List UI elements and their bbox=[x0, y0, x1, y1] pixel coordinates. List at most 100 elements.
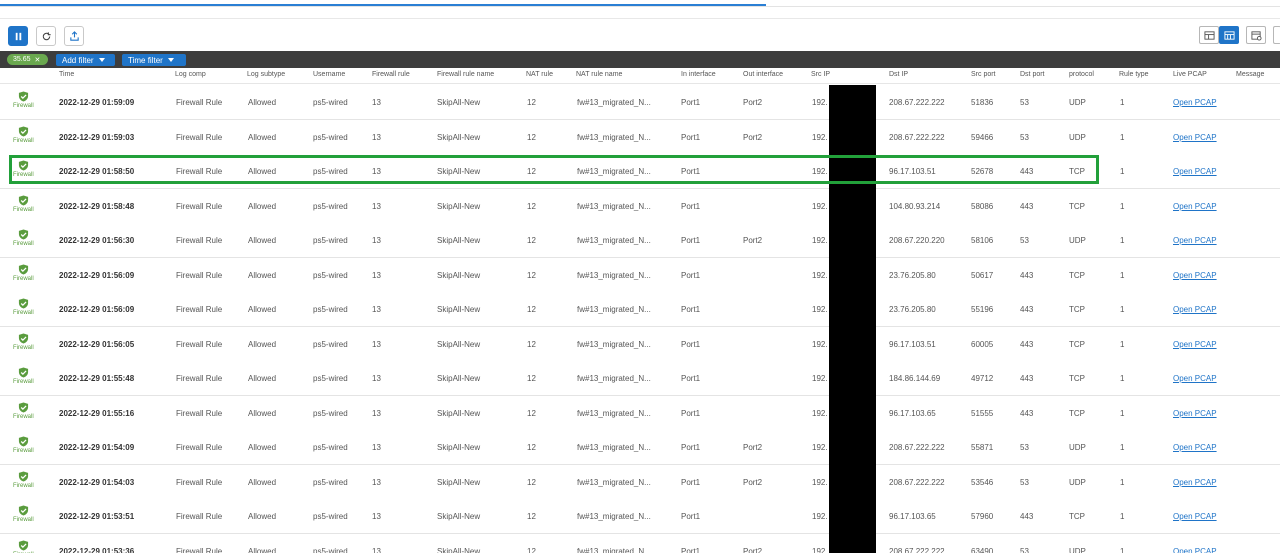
rule-type-cell: 1 bbox=[1120, 236, 1125, 245]
rule-type-cell: 1 bbox=[1120, 270, 1125, 280]
time-cell: 2022-12-29 01:59:03 bbox=[59, 132, 135, 142]
overflow-button[interactable] bbox=[1273, 26, 1280, 44]
open-pcap-link[interactable]: Open PCAP bbox=[1173, 167, 1217, 176]
table-row[interactable]: Firewall 2022-12-29 01:53:36 Firewall Rule… bbox=[0, 533, 1280, 553]
nat-rule-name-cell: fw#13_migrated_N... bbox=[577, 98, 651, 107]
username-cell: ps5-wired bbox=[313, 443, 348, 452]
column-header-message[interactable]: Message bbox=[1236, 71, 1264, 78]
open-pcap-link[interactable]: Open PCAP bbox=[1173, 236, 1217, 245]
dst-ip-cell: 96.17.103.65 bbox=[889, 512, 936, 521]
log-comp-cell: Firewall Rule bbox=[176, 443, 223, 452]
dst-port-cell: 443 bbox=[1020, 408, 1034, 418]
pause-button[interactable] bbox=[8, 26, 28, 46]
table-view-button[interactable] bbox=[1199, 26, 1219, 44]
column-header-src-port[interactable]: Src port bbox=[971, 71, 996, 78]
username-cell: ps5-wired bbox=[313, 201, 348, 211]
protocol-cell: TCP bbox=[1069, 305, 1085, 314]
time-filter-button[interactable]: Time filter bbox=[122, 54, 186, 66]
table-row[interactable]: Firewall 2022-12-29 01:59:09 Firewall Rule… bbox=[0, 85, 1280, 120]
in-interface-cell: Port1 bbox=[681, 339, 701, 349]
firewall-rule-name-cell: SkipAll-New bbox=[437, 270, 481, 280]
column-header-time[interactable]: Time bbox=[59, 71, 74, 78]
open-pcap-link[interactable]: Open PCAP bbox=[1173, 547, 1217, 553]
in-interface-cell: Port1 bbox=[681, 236, 701, 245]
src-ip-cell: 192. bbox=[812, 374, 828, 383]
column-header-firewall-rule[interactable]: Firewall rule bbox=[372, 71, 410, 78]
shield-check-icon bbox=[18, 263, 28, 275]
pause-icon bbox=[15, 32, 21, 40]
column-header-protocol[interactable]: protocol bbox=[1069, 71, 1094, 78]
column-header-live-pcap[interactable]: Live PCAP bbox=[1173, 71, 1207, 78]
dst-ip-cell: 208.67.222.222 bbox=[889, 546, 945, 553]
column-header-username[interactable]: Username bbox=[313, 71, 345, 78]
nat-rule-cell: 12 bbox=[527, 98, 536, 107]
dst-ip-cell: 208.67.222.222 bbox=[889, 132, 945, 142]
log-comp-cell: Firewall Rule bbox=[176, 98, 223, 107]
dst-ip-cell: 96.17.103.51 bbox=[889, 339, 936, 349]
time-cell: 2022-12-29 01:54:09 bbox=[59, 443, 135, 452]
table-row[interactable]: Firewall 2022-12-29 01:56:30 Firewall Rule… bbox=[0, 223, 1280, 258]
src-port-cell: 55196 bbox=[971, 305, 994, 314]
log-subtype-cell: Allowed bbox=[248, 339, 277, 349]
firewall-icon: Firewall bbox=[13, 539, 34, 553]
column-header-in-interface[interactable]: In interface bbox=[681, 71, 716, 78]
src-ip-cell: 192. bbox=[812, 98, 828, 107]
open-pcap-link[interactable]: Open PCAP bbox=[1173, 271, 1217, 280]
column-header-rule-type[interactable]: Rule type bbox=[1119, 71, 1149, 78]
log-comp-cell: Firewall Rule bbox=[176, 408, 223, 418]
firewall-icon: Firewall bbox=[13, 263, 34, 282]
table-row[interactable]: Firewall 2022-12-29 01:58:48 Firewall Rule… bbox=[0, 188, 1280, 224]
time-cell: 2022-12-29 01:56:05 bbox=[59, 339, 135, 349]
log-comp-cell: Firewall Rule bbox=[176, 374, 223, 383]
dst-ip-cell: 208.67.222.222 bbox=[889, 98, 945, 107]
open-pcap-link[interactable]: Open PCAP bbox=[1173, 512, 1217, 521]
open-pcap-link[interactable]: Open PCAP bbox=[1173, 478, 1217, 487]
open-pcap-link[interactable]: Open PCAP bbox=[1173, 305, 1217, 314]
column-header-out-interface[interactable]: Out interface bbox=[743, 71, 783, 78]
dst-ip-cell: 208.67.220.220 bbox=[889, 236, 945, 245]
protocol-cell: TCP bbox=[1069, 512, 1085, 521]
firewall-rule-name-cell: SkipAll-New bbox=[437, 305, 481, 314]
table-row[interactable]: Firewall 2022-12-29 01:55:16 Firewall Rule… bbox=[0, 395, 1280, 431]
table-row[interactable]: Firewall 2022-12-29 01:54:03 Firewall Rule… bbox=[0, 464, 1280, 500]
column-header-dst-ip[interactable]: Dst IP bbox=[889, 71, 908, 78]
open-pcap-link[interactable]: Open PCAP bbox=[1173, 374, 1217, 383]
time-cell: 2022-12-29 01:56:09 bbox=[59, 270, 135, 280]
shield-check-icon bbox=[18, 539, 28, 551]
table-row[interactable]: Firewall 2022-12-29 01:53:51 Firewall Rule… bbox=[0, 499, 1280, 534]
column-header-log-comp[interactable]: Log comp bbox=[175, 71, 206, 78]
src-ip-cell: 192. bbox=[812, 270, 828, 280]
column-header-log-subtype[interactable]: Log subtype bbox=[247, 71, 285, 78]
table-row[interactable]: Firewall 2022-12-29 01:56:09 Firewall Rule… bbox=[0, 257, 1280, 293]
open-pcap-link[interactable]: Open PCAP bbox=[1173, 133, 1217, 142]
column-header-nat-rule[interactable]: NAT rule bbox=[526, 71, 553, 78]
open-pcap-link[interactable]: Open PCAP bbox=[1173, 98, 1217, 107]
detail-view-button[interactable] bbox=[1219, 26, 1239, 44]
table-row[interactable]: Firewall 2022-12-29 01:54:09 Firewall Rule… bbox=[0, 430, 1280, 465]
protocol-cell: UDP bbox=[1069, 443, 1086, 452]
open-pcap-link[interactable]: Open PCAP bbox=[1173, 202, 1217, 211]
table-row[interactable]: Firewall 2022-12-29 01:56:09 Firewall Rule… bbox=[0, 292, 1280, 327]
nat-rule-name-cell: fw#13_migrated_N... bbox=[577, 201, 651, 211]
column-header-nat-rule-name[interactable]: NAT rule name bbox=[576, 71, 622, 78]
column-header-dst-port[interactable]: Dst port bbox=[1020, 71, 1045, 78]
open-pcap-link[interactable]: Open PCAP bbox=[1173, 340, 1217, 349]
nat-rule-name-cell: fw#13_migrated_N... bbox=[577, 546, 651, 553]
firewall-icon-label: Firewall bbox=[13, 448, 34, 454]
firewall-icon-label: Firewall bbox=[13, 482, 34, 489]
dst-port-cell: 443 bbox=[1020, 201, 1034, 211]
column-header-src-ip[interactable]: Src IP bbox=[811, 71, 830, 78]
column-settings-button[interactable] bbox=[1246, 26, 1266, 44]
active-filter-chip[interactable]: 35.65 ✕ bbox=[7, 54, 48, 65]
table-row[interactable]: Firewall 2022-12-29 01:59:03 Firewall Rule… bbox=[0, 119, 1280, 155]
table-row[interactable]: Firewall 2022-12-29 01:55:48 Firewall Rule… bbox=[0, 361, 1280, 396]
add-filter-button[interactable]: Add filter bbox=[56, 54, 115, 66]
open-pcap-link[interactable]: Open PCAP bbox=[1173, 443, 1217, 452]
export-button[interactable] bbox=[64, 26, 84, 46]
table-row[interactable]: Firewall 2022-12-29 01:56:05 Firewall Rule… bbox=[0, 326, 1280, 362]
close-icon[interactable]: ✕ bbox=[35, 56, 41, 64]
open-pcap-link[interactable]: Open PCAP bbox=[1173, 409, 1217, 418]
column-header-firewall-rule-name[interactable]: Firewall rule name bbox=[437, 71, 494, 78]
shield-check-icon bbox=[18, 367, 28, 378]
refresh-button[interactable] bbox=[36, 26, 56, 46]
